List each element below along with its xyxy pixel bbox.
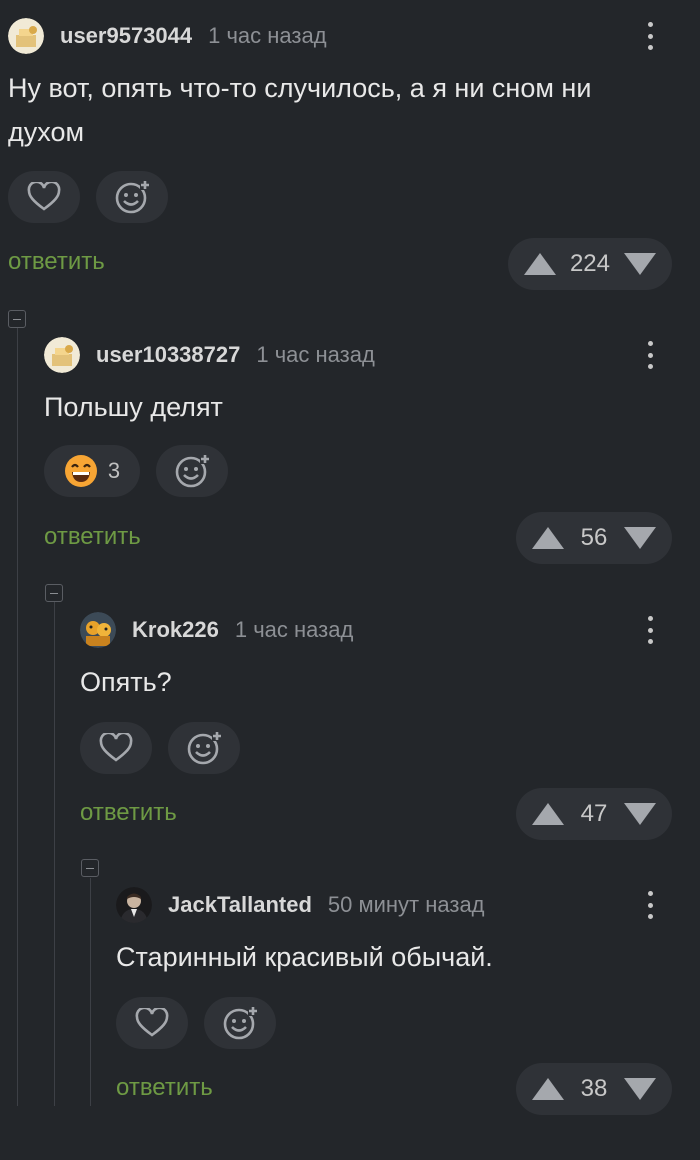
comment-text: Опять? <box>80 667 172 697</box>
reactions-row <box>8 171 168 223</box>
triangle-down-icon[interactable] <box>624 527 656 549</box>
score: 47 <box>580 800 608 827</box>
triangle-down-icon[interactable] <box>624 253 656 275</box>
triangle-up-icon[interactable] <box>532 803 564 825</box>
reply-link[interactable]: ответить <box>44 523 141 551</box>
like-button[interactable] <box>116 997 188 1049</box>
score: 56 <box>580 524 608 551</box>
reaction-count: 3 <box>107 458 121 483</box>
add-reaction-button[interactable] <box>156 445 228 497</box>
comment-header: user9573044 1 час назад <box>8 16 700 56</box>
reaction-button[interactable]: 3 <box>44 445 140 497</box>
comment: Krok226 1 час назад Опять? ответить 47 <box>0 610 700 885</box>
comment-header: user10338727 1 час назад <box>44 335 700 375</box>
heart-icon <box>135 1008 169 1037</box>
like-button[interactable] <box>80 722 152 774</box>
avatar[interactable] <box>116 887 152 923</box>
more-vertical-icon[interactable] <box>638 20 662 52</box>
username[interactable]: user9573044 <box>60 23 192 49</box>
vote-panel: 56 <box>516 512 672 564</box>
timestamp: 50 минут назад <box>327 892 485 917</box>
reply-link[interactable]: ответить <box>80 799 177 827</box>
comment-header: JackTallanted 50 минут назад <box>116 885 700 925</box>
username[interactable]: JackTallanted <box>168 892 312 918</box>
username[interactable]: user10338727 <box>96 342 240 368</box>
triangle-up-icon[interactable] <box>532 1078 564 1100</box>
comment: JackTallanted 50 минут назад Старинный к… <box>0 885 700 1160</box>
reactions-row: 3 <box>44 445 228 497</box>
comment: user9573044 1 час назад Ну вот, опять чт… <box>0 16 700 291</box>
add-emoji-icon <box>115 180 150 214</box>
more-vertical-icon[interactable] <box>638 889 662 921</box>
reply-link[interactable]: ответить <box>116 1074 213 1102</box>
add-emoji-icon <box>223 1006 258 1040</box>
avatar[interactable] <box>8 18 44 54</box>
comment: user10338727 1 час назад Польшу делят 3 … <box>0 335 700 610</box>
heart-icon <box>99 733 133 762</box>
more-vertical-icon[interactable] <box>638 614 662 646</box>
collapse-thread-button[interactable] <box>8 310 26 328</box>
triangle-down-icon[interactable] <box>624 803 656 825</box>
avatar[interactable] <box>44 337 80 373</box>
triangle-up-icon[interactable] <box>532 527 564 549</box>
comment-text: Ну вот, опять что-то случилось, а я ни с… <box>8 73 592 147</box>
vote-panel: 38 <box>516 1063 672 1115</box>
timestamp: 1 час назад <box>256 342 375 367</box>
triangle-down-icon[interactable] <box>624 1078 656 1100</box>
comment-text: Польшу делят <box>44 392 223 422</box>
timestamp: 1 час назад <box>234 617 354 642</box>
reactions-row <box>116 997 276 1049</box>
more-vertical-icon[interactable] <box>638 339 662 371</box>
add-reaction-button[interactable] <box>204 997 276 1049</box>
triangle-up-icon[interactable] <box>523 253 556 275</box>
reactions-row <box>80 722 240 774</box>
username[interactable]: Krok226 <box>132 617 219 643</box>
comment-text: Старинный красивый обычай. <box>116 942 493 972</box>
vote-panel: 47 <box>516 788 672 840</box>
reply-link[interactable]: ответить <box>8 248 105 276</box>
heart-icon <box>27 182 61 211</box>
comment-header: Krok226 1 час назад <box>80 610 700 650</box>
like-button[interactable] <box>8 171 80 223</box>
vote-panel: 224 <box>507 238 672 290</box>
score: 38 <box>580 1075 608 1102</box>
score: 224 <box>569 250 610 277</box>
grinning-face-icon <box>64 455 97 487</box>
add-reaction-button[interactable] <box>96 171 168 223</box>
add-emoji-icon <box>187 731 222 765</box>
avatar[interactable] <box>80 612 116 648</box>
timestamp: 1 час назад <box>208 23 327 48</box>
add-emoji-icon <box>175 454 210 488</box>
add-reaction-button[interactable] <box>168 722 240 774</box>
